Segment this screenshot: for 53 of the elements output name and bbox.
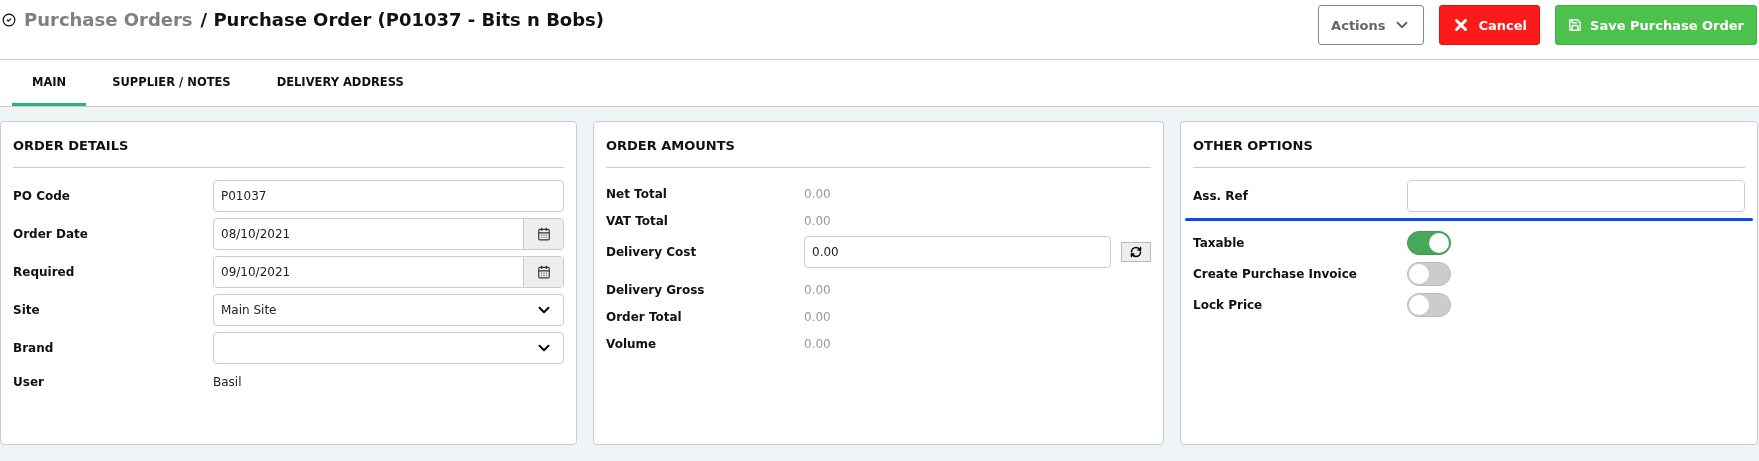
field-value: 0.00 xyxy=(804,282,832,297)
cancel-button[interactable]: Cancel xyxy=(1439,5,1541,45)
calendar-icon xyxy=(536,227,551,241)
tab[interactable]: DELIVERY ADDRESS xyxy=(256,60,424,106)
select-field[interactable]: Main Site xyxy=(213,294,564,326)
toggle-switch[interactable] xyxy=(1407,261,1451,286)
field-value: Main Site xyxy=(220,303,278,317)
field-value: 09/10/2021 xyxy=(220,265,292,279)
calendar-button[interactable] xyxy=(523,257,563,287)
field-label: Net Total xyxy=(606,186,668,201)
field-value: 08/10/2021 xyxy=(220,227,292,241)
date-field[interactable]: 08/10/2021 xyxy=(213,218,564,250)
calendar-icon xyxy=(536,265,551,279)
field-label: PO Code xyxy=(13,189,71,203)
calendar-button[interactable] xyxy=(523,219,563,249)
toggle-switch[interactable] xyxy=(1407,292,1451,317)
field-label: Volume xyxy=(606,336,658,351)
panel-title: ORDER AMOUNTS xyxy=(606,134,1151,168)
field-label: Lock Price xyxy=(1193,297,1264,312)
field-value: P01037 xyxy=(220,189,268,203)
breadcrumb-link[interactable]: Purchase Orders xyxy=(24,9,193,30)
date-field[interactable]: 09/10/2021 xyxy=(213,256,564,288)
field-label: Delivery Cost xyxy=(606,245,698,259)
select-field[interactable] xyxy=(213,332,564,364)
input-field[interactable] xyxy=(1407,180,1745,212)
field-label: Delivery Gross xyxy=(606,282,706,297)
field-label: VAT Total xyxy=(606,213,669,228)
field-label: Taxable xyxy=(1193,235,1246,250)
tab[interactable]: SUPPLIER / NOTES xyxy=(92,60,251,106)
field-label: Brand xyxy=(13,341,55,355)
field-value: Basil xyxy=(213,375,243,389)
field-label: Order Total xyxy=(606,309,683,324)
field-label: User xyxy=(13,375,45,389)
field-value: 0.00 xyxy=(804,186,832,201)
field-label: Ass. Ref xyxy=(1193,189,1249,203)
panel-title: OTHER OPTIONS xyxy=(1193,134,1745,168)
check-circle-icon xyxy=(2,12,16,27)
toggle-switch[interactable] xyxy=(1407,230,1451,255)
refresh-button[interactable] xyxy=(1121,242,1151,262)
field-label: Site xyxy=(13,303,41,317)
refresh-icon xyxy=(1130,246,1142,258)
input-field[interactable]: P01037 xyxy=(213,180,564,212)
field-value: 0.00 xyxy=(804,336,832,351)
field-label: Order Date xyxy=(13,227,89,241)
actions-dropdown[interactable]: Actions xyxy=(1318,5,1425,45)
input-field[interactable]: 0.00 xyxy=(804,236,1111,268)
field-value: 0.00 xyxy=(804,309,832,324)
field-value: 0.00 xyxy=(804,213,832,228)
field-value: 0.00 xyxy=(811,245,840,259)
page-title: / Purchase Order (P01037 - Bits n Bobs) xyxy=(200,9,605,30)
panel-title: ORDER DETAILS xyxy=(13,134,564,168)
field-label: Required xyxy=(13,265,76,279)
field-label: Create Purchase Invoice xyxy=(1193,266,1358,281)
